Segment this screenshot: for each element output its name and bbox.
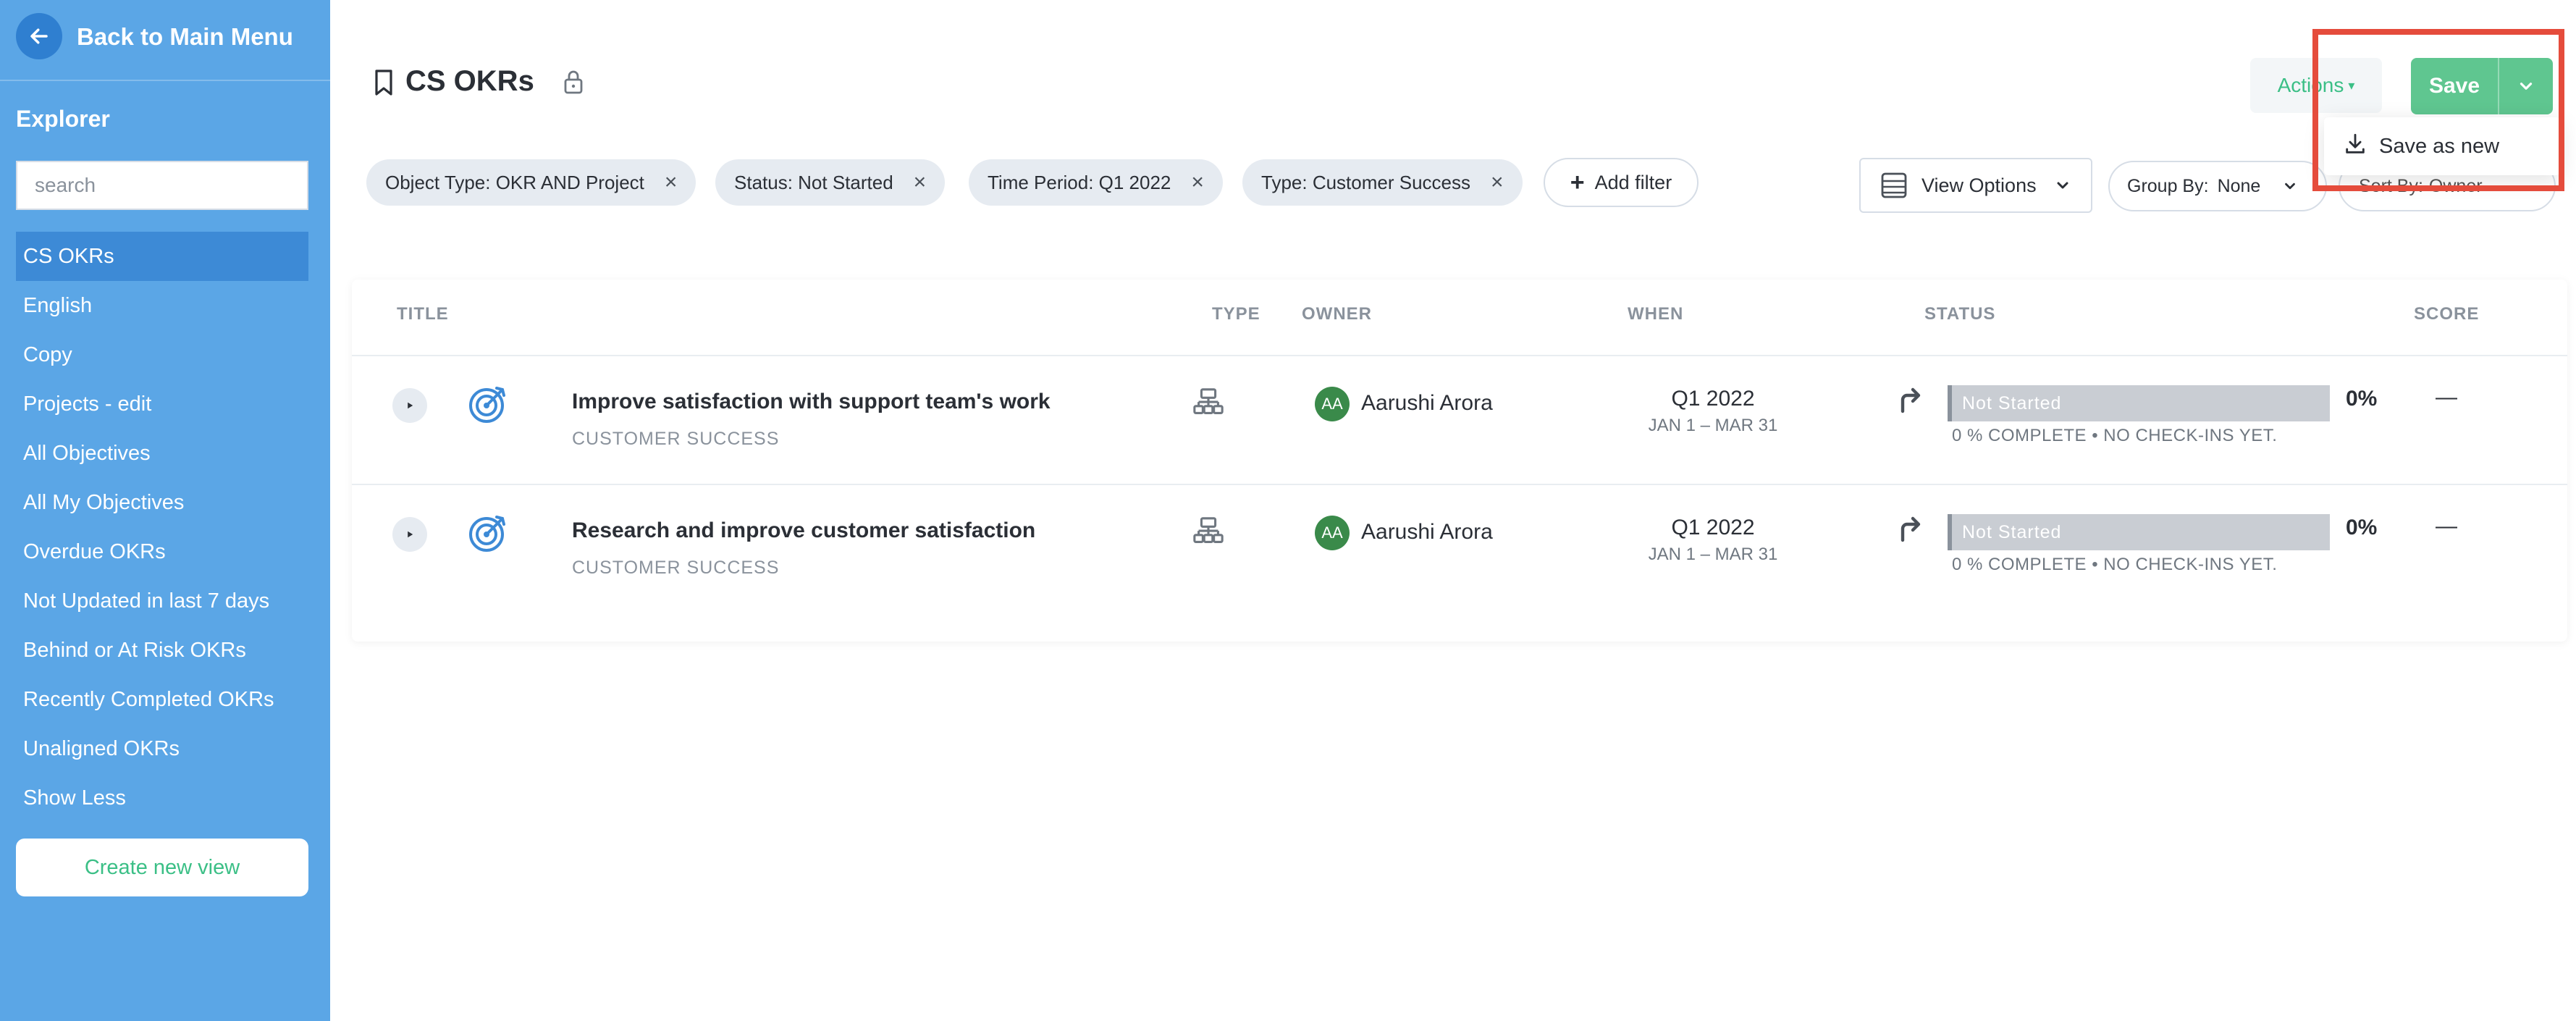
sidebar-item-all-my-objectives[interactable]: All My Objectives bbox=[16, 478, 308, 527]
column-header-type[interactable]: TYPE bbox=[1212, 304, 1260, 324]
objective-target-icon bbox=[469, 516, 505, 552]
owner-name: Aarushi Arora bbox=[1361, 520, 1493, 544]
back-to-main-menu-label: Back to Main Menu bbox=[77, 23, 293, 50]
remove-filter-icon[interactable]: × bbox=[665, 170, 678, 195]
expand-row-toggle[interactable] bbox=[392, 517, 427, 552]
column-header-title[interactable]: TITLE bbox=[397, 304, 449, 324]
filter-chip-label: Status: Not Started bbox=[734, 171, 893, 193]
remove-filter-icon[interactable]: × bbox=[914, 170, 927, 195]
caret-right-icon bbox=[408, 402, 413, 409]
back-to-main-menu-button[interactable]: Back to Main Menu bbox=[0, 0, 330, 81]
plus-icon: + bbox=[1570, 168, 1585, 196]
sidebar-item-not-updated[interactable]: Not Updated in last 7 days bbox=[16, 576, 308, 626]
filter-chip-type[interactable]: Type: Customer Success × bbox=[1242, 159, 1523, 206]
okr-category: CUSTOMER SUCCESS bbox=[572, 558, 780, 578]
sidebar-item-overdue-okrs[interactable]: Overdue OKRs bbox=[16, 527, 308, 576]
owner-name: Aarushi Arora bbox=[1361, 391, 1493, 415]
progress-percent: 0% bbox=[2346, 516, 2378, 539]
avatar: AA bbox=[1315, 387, 1350, 421]
table-row[interactable]: Improve satisfaction with support team's… bbox=[352, 355, 2567, 484]
hierarchy-type-icon bbox=[1193, 517, 1224, 543]
sidebar-item-all-objectives[interactable]: All Objectives bbox=[16, 429, 308, 478]
time-period-quarter: Q1 2022 bbox=[1671, 516, 1755, 539]
chevron-down-icon bbox=[2285, 182, 2296, 190]
check-in-arrow-icon[interactable] bbox=[1898, 514, 1923, 543]
progress-percent: 0% bbox=[2346, 387, 2378, 411]
sidebar-item-english[interactable]: English bbox=[16, 281, 308, 330]
view-options-button[interactable]: View Options bbox=[1859, 158, 2092, 213]
lock-icon[interactable] bbox=[563, 70, 584, 98]
progress-summary: 0 % COMPLETE • NO CHECK-INS YET. bbox=[1952, 555, 2278, 574]
okr-category: CUSTOMER SUCCESS bbox=[572, 429, 780, 449]
bookmark-icon[interactable] bbox=[374, 70, 394, 99]
okr-table: TITLE TYPE OWNER WHEN STATUS SCORE Impro… bbox=[352, 280, 2567, 642]
remove-filter-icon[interactable]: × bbox=[1191, 170, 1204, 195]
filter-chip-label: Object Type: OKR AND Project bbox=[385, 171, 644, 193]
sidebar-item-unaligned-okrs[interactable]: Unaligned OKRs bbox=[16, 724, 308, 773]
filter-chip-label: Type: Customer Success bbox=[1261, 171, 1470, 193]
objective-target-icon bbox=[469, 387, 505, 423]
saved-views-list: CS OKRs English Copy Projects - edit All… bbox=[16, 232, 308, 823]
score-value: — bbox=[2436, 514, 2457, 538]
sidebar-item-recently-completed[interactable]: Recently Completed OKRs bbox=[16, 675, 308, 724]
filter-chip-status[interactable]: Status: Not Started × bbox=[715, 159, 946, 206]
hierarchy-type-icon bbox=[1193, 388, 1224, 414]
sidebar-item-copy[interactable]: Copy bbox=[16, 330, 308, 379]
time-period-dates: JAN 1 – MAR 31 bbox=[1648, 416, 1778, 435]
group-by-value: None bbox=[2217, 175, 2261, 196]
filter-chip-label: Time Period: Q1 2022 bbox=[988, 171, 1171, 193]
status-progress-bar[interactable]: Not Started bbox=[1948, 385, 2330, 421]
group-by-select[interactable]: Group By: None bbox=[2108, 161, 2327, 211]
sidebar-item-behind-or-at-risk[interactable]: Behind or At Risk OKRs bbox=[16, 626, 308, 675]
okr-title-link[interactable]: Improve satisfaction with support team's… bbox=[572, 390, 1051, 414]
list-view-icon bbox=[1881, 172, 1907, 198]
okr-title-link[interactable]: Research and improve customer satisfacti… bbox=[572, 518, 1035, 543]
column-header-status[interactable]: STATUS bbox=[1924, 304, 1995, 324]
add-filter-label: Add filter bbox=[1594, 171, 1672, 193]
caret-right-icon bbox=[408, 531, 413, 538]
arrow-left-icon bbox=[16, 13, 62, 59]
sidebar-item-show-less[interactable]: Show Less bbox=[16, 773, 308, 823]
table-row[interactable]: Research and improve customer satisfacti… bbox=[352, 484, 2567, 613]
remove-filter-icon[interactable]: × bbox=[1491, 170, 1504, 195]
progress-summary: 0 % COMPLETE • NO CHECK-INS YET. bbox=[1952, 426, 2278, 445]
page-title: CS OKRs bbox=[405, 65, 534, 97]
highlight-box bbox=[2312, 29, 2564, 191]
column-header-owner[interactable]: OWNER bbox=[1302, 304, 1372, 324]
sidebar-item-cs-okrs[interactable]: CS OKRs bbox=[16, 232, 308, 281]
sidebar-item-projects-edit[interactable]: Projects - edit bbox=[16, 379, 308, 429]
view-options-label: View Options bbox=[1922, 174, 2037, 196]
expand-row-toggle[interactable] bbox=[392, 388, 427, 423]
score-value: — bbox=[2436, 385, 2457, 409]
chevron-down-icon bbox=[2057, 182, 2068, 189]
search-input[interactable] bbox=[16, 161, 308, 210]
add-filter-button[interactable]: + Add filter bbox=[1544, 158, 1699, 207]
create-new-view-button[interactable]: Create new view bbox=[16, 839, 308, 896]
avatar: AA bbox=[1315, 516, 1350, 550]
filter-chip-time-period[interactable]: Time Period: Q1 2022 × bbox=[969, 159, 1223, 206]
time-period-quarter: Q1 2022 bbox=[1671, 387, 1755, 411]
sidebar: Back to Main Menu Explorer CS OKRs Engli… bbox=[0, 0, 330, 1021]
time-period-dates: JAN 1 – MAR 31 bbox=[1648, 545, 1778, 564]
column-header-when[interactable]: WHEN bbox=[1628, 304, 1683, 324]
filter-chip-object-type[interactable]: Object Type: OKR AND Project × bbox=[366, 159, 696, 206]
check-in-arrow-icon[interactable] bbox=[1898, 385, 1923, 414]
column-header-score[interactable]: SCORE bbox=[2414, 304, 2479, 324]
explorer-heading: Explorer bbox=[16, 106, 110, 132]
group-by-label: Group By: bbox=[2127, 175, 2209, 196]
status-progress-bar[interactable]: Not Started bbox=[1948, 514, 2330, 550]
